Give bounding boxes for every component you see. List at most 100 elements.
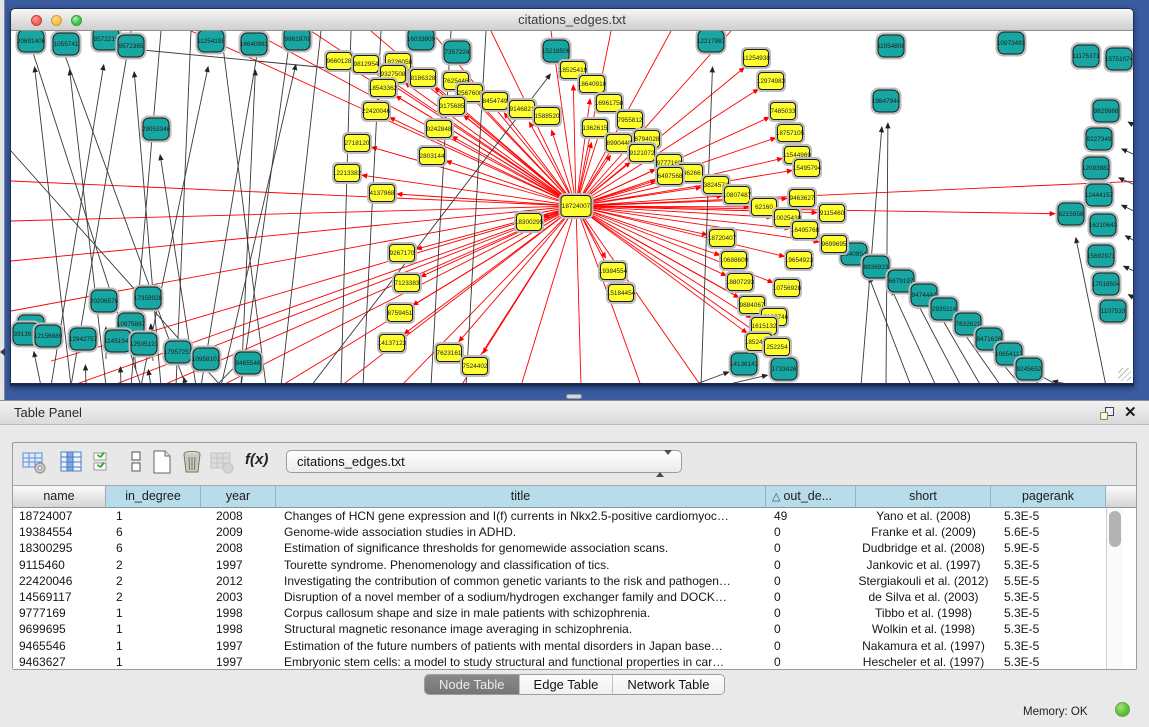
row-height-icon[interactable] (123, 449, 149, 475)
network-node[interactable]: 19384554 (599, 261, 628, 281)
table-row[interactable]: 977716911998Corpus callosum shape and si… (13, 605, 1106, 621)
network-node[interactable]: 18300295 (515, 212, 544, 232)
window-titlebar[interactable]: citations_edges.txt (11, 9, 1133, 31)
network-node[interactable]: 2718120 (343, 133, 371, 153)
network-node[interactable]: 4137968 (368, 183, 396, 203)
column-header-short[interactable]: short (856, 486, 991, 508)
network-node[interactable]: 29053346 (142, 117, 171, 142)
table-row[interactable]: 946362711997Embryonic stem cells: a mode… (13, 654, 1106, 670)
network-node[interactable]: 9463627 (788, 188, 816, 208)
network-node[interactable]: 10958101 (192, 347, 221, 372)
create-column-icon[interactable] (149, 449, 175, 475)
show-columns-icon[interactable] (58, 449, 84, 475)
scrollbar-thumb[interactable] (1109, 511, 1121, 547)
column-header-year[interactable]: year (201, 486, 276, 508)
select-rows-icon[interactable] (91, 449, 117, 475)
network-node[interactable]: 11254938 (742, 48, 770, 68)
network-node[interactable]: 10688609 (720, 250, 749, 270)
network-node[interactable]: 7524402 (461, 356, 489, 376)
network-node[interactable]: 10756928 (773, 278, 802, 298)
network-node[interactable]: 3175685 (438, 96, 466, 116)
network-node[interactable]: 9115460 (818, 203, 846, 223)
network-node[interactable]: 9572365 (117, 34, 146, 59)
network-node[interactable]: 1055741 (52, 32, 81, 57)
network-node[interactable]: 14136141 (730, 352, 759, 377)
table-row[interactable]: 1830029562008Estimation of significance … (13, 540, 1106, 556)
network-node[interactable]: 9227349 (1085, 127, 1114, 152)
column-header-in_degree[interactable]: in_degree (106, 486, 201, 508)
network-node[interactable]: 9245652 (1015, 357, 1044, 382)
network-node[interactable]: 18543362 (369, 78, 398, 98)
network-node[interactable]: 12974983 (757, 71, 786, 91)
network-node[interactable]: 1107533 (1099, 299, 1128, 324)
network-node[interactable]: 19654923 (785, 250, 814, 270)
splitter-handle[interactable] (566, 394, 582, 399)
network-node[interactable]: 9121072 (628, 143, 656, 163)
network-node[interactable]: 8454749 (481, 91, 509, 111)
column-header-name[interactable]: name (13, 486, 106, 508)
network-node[interactable]: 12093882 (1082, 156, 1111, 181)
network-node[interactable]: 9660128 (325, 51, 353, 71)
network-node[interactable]: 18724007 (560, 194, 593, 218)
network-node[interactable]: 11254198 (197, 31, 226, 54)
network-node[interactable]: 16495768 (791, 220, 820, 240)
network-node[interactable]: 252254 (763, 337, 791, 357)
network-node[interactable]: 9267170 (388, 243, 416, 263)
network-node[interactable]: 7123383 (393, 273, 421, 293)
table-row[interactable]: 969969511998Structural magnetic resonanc… (13, 621, 1106, 637)
vertical-scrollbar[interactable] (1106, 508, 1123, 669)
network-node[interactable]: 9812954 (352, 54, 380, 74)
column-header-out_de[interactable]: △out_de... (766, 486, 856, 508)
network-node[interactable]: 12217987 (697, 31, 726, 54)
table-selector-dropdown[interactable]: citations_edges.txt (286, 450, 682, 473)
network-node[interactable]: 12156889 (34, 324, 63, 349)
network-node[interactable]: 8759451 (386, 303, 414, 323)
delete-column-icon[interactable] (179, 449, 205, 475)
zoom-window-button[interactable] (71, 15, 82, 26)
network-node[interactable]: 12505123 (130, 332, 159, 357)
network-node[interactable]: 1733426 (770, 357, 799, 382)
table-row[interactable]: 1938455462009Genome-wide association stu… (13, 524, 1106, 540)
splitter-collapse-arrow[interactable] (0, 348, 5, 356)
network-node[interactable]: 9465546 (234, 351, 263, 376)
tab-edge-table[interactable]: Edge Table (520, 675, 614, 694)
table-row[interactable]: 2242004622012Investigating the contribut… (13, 573, 1106, 589)
tab-network-table[interactable]: Network Table (613, 675, 723, 694)
network-node[interactable]: 14137123 (378, 333, 407, 353)
network-node[interactable]: 18640910 (578, 74, 607, 94)
table-row[interactable]: 1456911722003Disruption of a novel membe… (13, 589, 1106, 605)
float-panel-icon[interactable] (1100, 407, 1114, 420)
network-node[interactable]: 7955812 (616, 110, 644, 130)
network-node[interactable]: 10807487 (723, 185, 752, 205)
network-node[interactable]: 15184454 (607, 283, 636, 303)
network-node[interactable]: 11451941 (104, 329, 133, 354)
function-builder-icon[interactable]: f(x) (245, 451, 268, 468)
table-options-icon[interactable] (21, 449, 47, 475)
network-node[interactable]: 16210643 (1089, 213, 1118, 238)
network-node[interactable]: 7485033 (769, 101, 797, 121)
citation-network-graph[interactable]: 2069140610557418572219957236511254198166… (11, 31, 1133, 383)
network-node[interactable]: 15751074 (1105, 47, 1134, 72)
network-node[interactable]: 17016504 (1092, 272, 1121, 297)
network-node[interactable]: 11054808 (877, 34, 906, 59)
network-node[interactable]: 18807293 (726, 272, 755, 292)
network-node[interactable]: 17957253 (164, 340, 193, 365)
column-header-pagerank[interactable]: pagerank (991, 486, 1106, 508)
network-node[interactable]: 12213382 (333, 163, 362, 183)
memory-status-indicator[interactable] (1115, 702, 1130, 717)
network-node[interactable]: 11175371 (1072, 44, 1101, 69)
network-node[interactable]: 12942757 (69, 327, 98, 352)
network-node[interactable]: 9242848 (425, 119, 453, 139)
network-node[interactable]: 7357224 (443, 40, 472, 65)
network-node[interactable]: 9861970 (283, 31, 312, 52)
network-node[interactable]: 9829966 (1092, 99, 1121, 124)
tab-node-table[interactable]: Node Table (425, 675, 520, 694)
network-node[interactable]: 8215958 (1057, 202, 1086, 227)
network-node[interactable]: 7623161 (435, 343, 463, 363)
network-node[interactable]: 20206576 (90, 289, 119, 314)
table-row[interactable]: 1872400712008Changes of HCN gene express… (13, 508, 1106, 524)
close-window-button[interactable] (31, 15, 42, 26)
network-node[interactable]: 15495794 (793, 158, 822, 178)
network-node[interactable]: 10973493 (997, 31, 1026, 56)
network-node[interactable]: 19647944 (872, 89, 901, 114)
